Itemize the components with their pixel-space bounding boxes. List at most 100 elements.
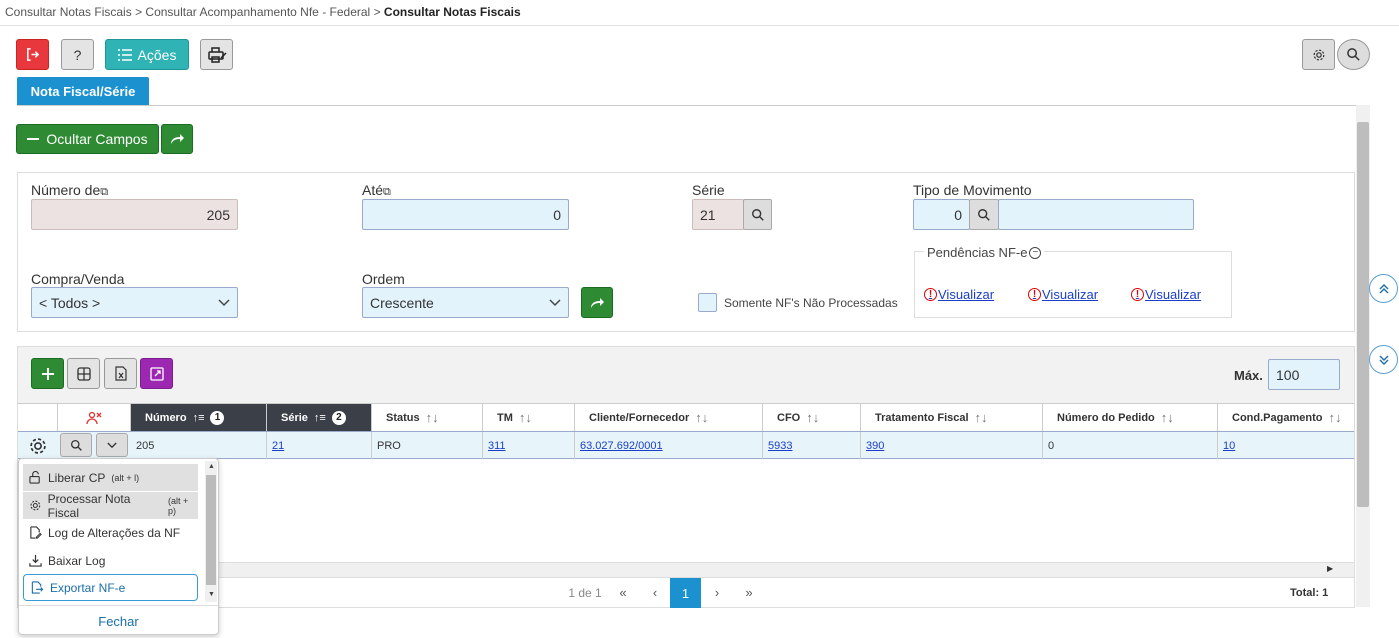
share-arrow-icon <box>591 297 604 308</box>
expand-button[interactable] <box>140 358 173 389</box>
settings-button[interactable] <box>1302 39 1335 70</box>
menu-item-processar-nota-fiscal[interactable]: Processar Nota Fiscal (alt + p) <box>23 492 198 520</box>
column-header-pedido[interactable]: Número do Pedido ↑↓ <box>1043 404 1218 431</box>
tipo-movimento-search-button[interactable] <box>969 199 999 230</box>
ordem-select[interactable]: Crescente <box>362 287 569 318</box>
column-header-cliente[interactable]: Cliente/Fornecedor ↑↓ <box>575 404 763 431</box>
copy-icon[interactable]: ⧉ <box>100 186 108 198</box>
alert-icon: ! <box>924 288 937 301</box>
serie-search-button[interactable] <box>743 199 772 230</box>
breadcrumb-separator: > <box>135 5 143 19</box>
export-excel-button[interactable] <box>104 358 137 389</box>
column-header-numero[interactable]: Número ↑≡ 1 <box>131 404 267 431</box>
tipo-movimento-input[interactable]: 0 <box>913 199 970 230</box>
menu-scroll-up-icon[interactable]: ▲ <box>208 463 215 470</box>
tab-nota-fiscal-serie[interactable]: Nota Fiscal/Série <box>17 77 149 105</box>
cell-cfo[interactable]: 5933 <box>763 432 861 459</box>
scroll-bottom-button[interactable] <box>1369 345 1398 374</box>
somente-nf-checkbox[interactable] <box>698 293 717 312</box>
pager-prev-button[interactable]: ‹ <box>644 578 666 606</box>
scroll-right-icon[interactable]: ▶ <box>1327 564 1333 573</box>
menu-item-exportar-nfe[interactable]: Exportar NF-e <box>23 574 198 601</box>
columns-button[interactable] <box>67 358 100 389</box>
pager-page-1[interactable]: 1 <box>670 578 701 608</box>
serie-input[interactable]: 21 <box>692 199 744 230</box>
tratamento-link[interactable]: 390 <box>866 440 884 452</box>
column-header-status[interactable]: Status ↑↓ <box>372 404 483 431</box>
serie-label: Série <box>692 182 725 198</box>
menu-item-label: Baixar Log <box>48 553 106 568</box>
cliente-link[interactable]: 63.027.692/0001 <box>580 440 663 452</box>
search-icon <box>1347 48 1360 61</box>
pager-last-button[interactable]: » <box>738 578 760 606</box>
copy-icon[interactable]: ⧉ <box>383 186 391 198</box>
column-header-serie[interactable]: Série ↑≡ 2 <box>267 404 372 431</box>
column-header-tratamento[interactable]: Tratamento Fiscal ↑↓ <box>861 404 1043 431</box>
sort-icon: ↑↓ <box>425 410 439 425</box>
collapse-icon[interactable]: − <box>1029 246 1042 259</box>
exit-icon <box>27 48 40 61</box>
sort-icon: ↑↓ <box>518 410 532 425</box>
header-cell-filter[interactable] <box>58 404 131 431</box>
menu-close-button[interactable]: Fechar <box>19 610 218 632</box>
cell-cliente[interactable]: 63.027.692/0001 <box>575 432 763 459</box>
numero-de-input[interactable]: 205 <box>31 199 238 230</box>
menu-scroll-down-icon[interactable]: ▼ <box>208 591 215 598</box>
row-actions-button[interactable] <box>26 434 50 458</box>
pager-first-button[interactable]: « <box>612 578 634 606</box>
menu-scrollbar-thumb[interactable] <box>206 475 216 585</box>
acoes-button[interactable]: Ações <box>105 39 189 70</box>
visualizar-link-1[interactable]: ! Visualizar <box>924 287 994 302</box>
tab-underline <box>17 105 1370 106</box>
cell-pedido: 0 <box>1043 432 1218 459</box>
user-x-icon <box>86 411 102 424</box>
tm-link[interactable]: 311 <box>488 440 506 452</box>
cell-tm[interactable]: 311 <box>483 432 575 459</box>
search-button[interactable] <box>1337 39 1370 70</box>
visualizar-link-3[interactable]: ! Visualizar <box>1131 287 1201 302</box>
compra-venda-label: Compra/Venda <box>31 271 125 287</box>
print-button[interactable] <box>200 39 233 70</box>
menu-item-baixar-log[interactable]: Baixar Log <box>23 547 198 574</box>
pendencias-label: Pendências NF-e <box>927 245 1028 260</box>
row-view-button[interactable] <box>60 433 92 457</box>
compra-venda-select[interactable]: < Todos > <box>31 287 238 318</box>
cell-tratamento[interactable]: 390 <box>861 432 1043 459</box>
acoes-label: Ações <box>137 46 177 63</box>
menu-item-liberar-cp[interactable]: Liberar CP (alt + l) <box>23 464 198 491</box>
column-header-cond-pagamento[interactable]: Cond.Pagamento ↑↓ <box>1218 404 1354 431</box>
cell-serie[interactable]: 21 <box>267 432 372 459</box>
plus-icon <box>41 367 54 380</box>
serie-link[interactable]: 21 <box>272 440 284 452</box>
search-icon <box>70 439 82 451</box>
add-button[interactable] <box>31 358 64 389</box>
visualizar-text: Visualizar <box>1145 287 1202 302</box>
menu-item-log-alteracoes[interactable]: Log de Alterações da NF <box>23 519 198 546</box>
help-button[interactable]: ? <box>61 39 94 70</box>
scrollbar-thumb[interactable] <box>1357 122 1369 507</box>
apply-order-button[interactable] <box>581 287 613 318</box>
pager-next-button[interactable]: › <box>706 578 728 606</box>
breadcrumb-item-2[interactable]: Consultar Acompanhamento Nfe - Federal <box>145 5 370 19</box>
visualizar-link-2[interactable]: ! Visualizar <box>1028 287 1098 302</box>
menu-item-shortcut: (alt + l) <box>111 472 140 483</box>
scroll-top-button[interactable] <box>1369 274 1398 303</box>
column-header-tm[interactable]: TM ↑↓ <box>483 404 575 431</box>
exit-button[interactable] <box>16 39 49 70</box>
column-label: Tratamento Fiscal <box>875 411 969 424</box>
minus-icon <box>27 138 40 140</box>
ocultar-campos-button[interactable]: Ocultar Campos <box>16 124 159 154</box>
row-dropdown-button[interactable] <box>96 433 128 457</box>
max-input[interactable]: 100 <box>1268 359 1340 390</box>
forward-button[interactable] <box>161 124 193 154</box>
ate-input[interactable]: 0 <box>362 199 569 230</box>
menu-item-label: Exportar NF-e <box>50 580 126 595</box>
column-header-cfo[interactable]: CFO ↑↓ <box>763 404 861 431</box>
cond-pagamento-link[interactable]: 10 <box>1223 440 1235 452</box>
cfo-link[interactable]: 5933 <box>768 440 792 452</box>
sort-icon: ↑↓ <box>695 410 709 425</box>
breadcrumb-item-1[interactable]: Consultar Notas Fiscais <box>5 5 132 19</box>
cell-cond-pagamento[interactable]: 10 <box>1218 432 1354 459</box>
list-icon <box>117 48 132 61</box>
compra-venda-value: < Todos > <box>39 294 101 311</box>
